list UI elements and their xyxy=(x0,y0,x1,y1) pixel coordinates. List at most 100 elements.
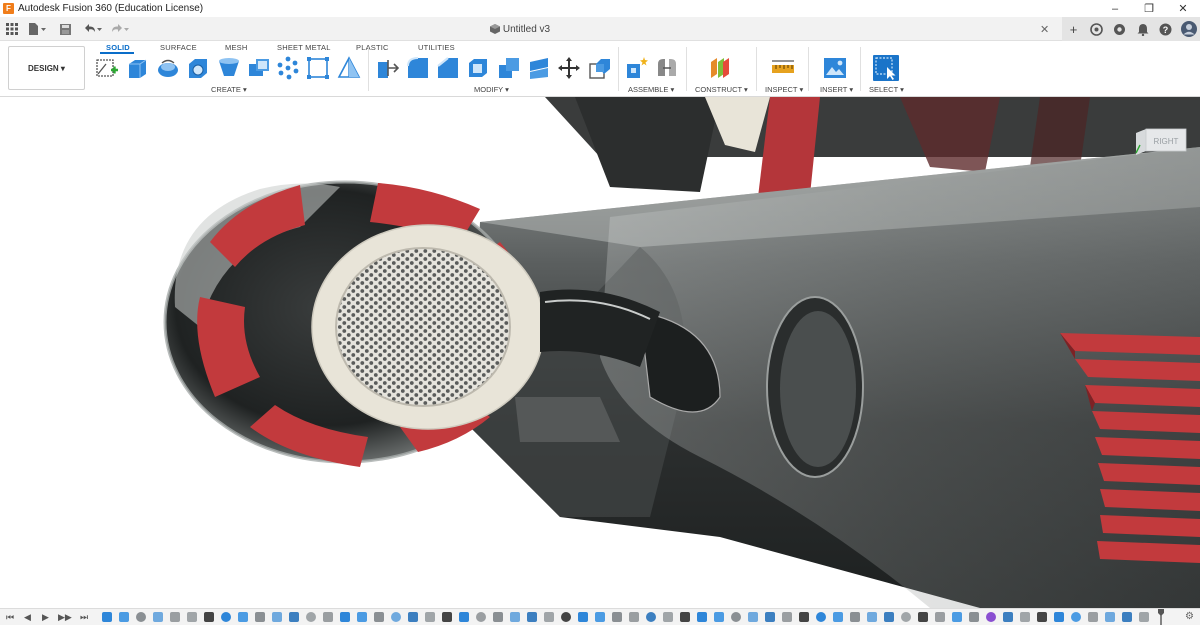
insert-image-icon[interactable] xyxy=(823,56,847,80)
timeline-feature-icon[interactable] xyxy=(833,612,843,622)
insert-menu[interactable]: INSERT ▾ xyxy=(820,85,853,94)
timeline-feature-icon[interactable] xyxy=(1071,612,1081,622)
timeline-feature-icon[interactable] xyxy=(646,612,656,622)
tab-sheet-metal[interactable]: SHEET METAL xyxy=(277,43,331,52)
close-window-button[interactable]: ✕ xyxy=(1166,0,1200,17)
assemble-menu[interactable]: ASSEMBLE ▾ xyxy=(628,85,674,94)
restore-button[interactable]: ❐ xyxy=(1132,0,1166,17)
timeline-feature-icon[interactable] xyxy=(442,612,452,622)
timeline-feature-icon[interactable] xyxy=(1122,612,1132,622)
timeline-feature-icon[interactable] xyxy=(510,612,520,622)
help-button[interactable]: ? xyxy=(1154,17,1177,41)
timeline-feature-icon[interactable] xyxy=(561,612,571,622)
timeline-feature-icon[interactable] xyxy=(867,612,877,622)
user-avatar-icon[interactable] xyxy=(1177,17,1200,41)
timeline-feature-icon[interactable] xyxy=(799,612,809,622)
document-tab[interactable]: Untitled v3 xyxy=(0,17,1040,41)
box-select-icon[interactable] xyxy=(306,56,330,80)
online-status-icon[interactable] xyxy=(1085,17,1108,41)
timeline-marker-icon[interactable] xyxy=(1158,609,1164,625)
press-pull-icon[interactable] xyxy=(375,56,400,80)
timeline-feature-icon[interactable] xyxy=(408,612,418,622)
combine-icon[interactable] xyxy=(497,56,521,80)
timeline-feature-icon[interactable] xyxy=(391,612,401,622)
timeline-feature-icon[interactable] xyxy=(935,612,945,622)
hole-icon[interactable] xyxy=(186,56,210,80)
timeline-feature-icon[interactable] xyxy=(969,612,979,622)
tab-surface[interactable]: SURFACE xyxy=(160,43,197,52)
timeline-feature-icon[interactable] xyxy=(1020,612,1030,622)
timeline-feature-icon[interactable] xyxy=(357,612,367,622)
viewcube[interactable]: RIGHT xyxy=(1132,127,1188,155)
timeline-feature-icon[interactable] xyxy=(136,612,146,622)
timeline-feature-icon[interactable] xyxy=(1003,612,1013,622)
measure-icon[interactable] xyxy=(771,56,795,80)
modify-menu[interactable]: MODIFY ▾ xyxy=(474,85,509,94)
timeline-feature-icon[interactable] xyxy=(272,612,282,622)
timeline-feature-icon[interactable] xyxy=(153,612,163,622)
mirror-icon[interactable] xyxy=(337,56,361,80)
timeline-feature-icon[interactable] xyxy=(1139,612,1149,622)
timeline-feature-icon[interactable] xyxy=(476,612,486,622)
canvas-viewport[interactable]: RIGHT xyxy=(0,97,1200,608)
new-tab-button[interactable]: + xyxy=(1062,17,1085,41)
fillet-icon[interactable] xyxy=(406,56,430,80)
select-menu[interactable]: SELECT ▾ xyxy=(869,85,904,94)
split-body-icon[interactable] xyxy=(527,56,551,80)
timeline-feature-icon[interactable] xyxy=(680,612,690,622)
chamfer-icon[interactable] xyxy=(436,56,460,80)
timeline-feature-icon[interactable] xyxy=(748,612,758,622)
timeline-feature-icon[interactable] xyxy=(221,612,231,622)
timeline-first-button[interactable]: ⏮ xyxy=(6,612,14,623)
select-icon[interactable] xyxy=(873,55,899,81)
timeline-feature-icon[interactable] xyxy=(578,612,588,622)
timeline-feature-icon[interactable] xyxy=(323,612,333,622)
timeline-feature-icon[interactable] xyxy=(187,612,197,622)
timeline-feature-icon[interactable] xyxy=(952,612,962,622)
workspace-switcher[interactable]: DESIGN ▾ xyxy=(8,46,85,90)
extrude-icon[interactable] xyxy=(125,56,149,80)
move-copy-icon[interactable] xyxy=(557,56,581,80)
timeline-feature-icon[interactable] xyxy=(459,612,469,622)
timeline-play-button[interactable]: ▶ xyxy=(42,612,49,623)
timeline-previous-button[interactable]: ◀ xyxy=(24,612,31,623)
shell-icon[interactable] xyxy=(466,56,490,80)
pipe-icon[interactable] xyxy=(247,56,271,80)
minimize-button[interactable]: – xyxy=(1098,0,1132,17)
timeline-feature-icon[interactable] xyxy=(340,612,350,622)
timeline-feature-icon[interactable] xyxy=(986,612,996,622)
timeline-feature-icon[interactable] xyxy=(425,612,435,622)
timeline-feature-icon[interactable] xyxy=(1054,612,1064,622)
timeline-feature-icon[interactable] xyxy=(850,612,860,622)
tab-plastic[interactable]: PLASTIC xyxy=(356,43,389,52)
timeline-feature-icon[interactable] xyxy=(714,612,724,622)
timeline-feature-icon[interactable] xyxy=(629,612,639,622)
timeline-feature-icon[interactable] xyxy=(170,612,180,622)
joint-icon[interactable] xyxy=(655,56,679,80)
revolve-icon[interactable] xyxy=(156,56,180,80)
loft-icon[interactable] xyxy=(217,56,241,80)
construct-menu[interactable]: CONSTRUCT ▾ xyxy=(695,85,748,94)
timeline-feature-icon[interactable] xyxy=(102,612,112,622)
create-sketch-icon[interactable] xyxy=(95,56,119,80)
timeline-feature-icon[interactable] xyxy=(544,612,554,622)
timeline-feature-icon[interactable] xyxy=(493,612,503,622)
timeline-feature-icon[interactable] xyxy=(816,612,826,622)
timeline-feature-icon[interactable] xyxy=(1105,612,1115,622)
timeline-feature-icon[interactable] xyxy=(595,612,605,622)
pattern-icon[interactable] xyxy=(276,56,300,80)
bell-icon[interactable] xyxy=(1131,17,1154,41)
timeline-last-button[interactable]: ⏭ xyxy=(80,612,88,623)
timeline-feature-icon[interactable] xyxy=(1037,612,1047,622)
timeline-feature-icon[interactable] xyxy=(238,612,248,622)
timeline-feature-icon[interactable] xyxy=(663,612,673,622)
timeline-feature-icon[interactable] xyxy=(374,612,384,622)
timeline-feature-icon[interactable] xyxy=(255,612,265,622)
timeline-feature-icon[interactable] xyxy=(765,612,775,622)
timeline-feature-icon[interactable] xyxy=(204,612,214,622)
timeline-feature-icon[interactable] xyxy=(306,612,316,622)
tab-solid[interactable]: SOLID xyxy=(106,43,130,52)
scale-icon[interactable] xyxy=(588,56,612,80)
timeline-feature-icon[interactable] xyxy=(119,612,129,622)
timeline-feature-icon[interactable] xyxy=(731,612,741,622)
